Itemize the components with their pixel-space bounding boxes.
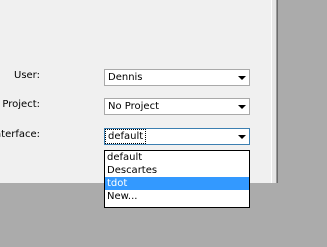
chevron-down-icon	[238, 135, 246, 139]
chevron-down-icon	[238, 76, 246, 80]
option-default[interactable]: default	[105, 151, 249, 164]
option-descartes[interactable]: Descartes	[105, 164, 249, 177]
interface-select[interactable]: default	[104, 128, 250, 145]
user-select[interactable]: Dennis	[104, 69, 250, 86]
panel-border	[271, 0, 278, 183]
chevron-down-icon	[238, 105, 246, 109]
interface-select-value: default	[104, 129, 147, 144]
interface-dropdown-list[interactable]: default Descartes tdot New...	[104, 150, 250, 208]
user-select-value: Dennis	[108, 72, 143, 83]
project-select[interactable]: No Project	[104, 98, 250, 115]
interface-label: Interface:	[0, 129, 40, 140]
project-select-value: No Project	[108, 101, 159, 112]
option-tdot[interactable]: tdot	[105, 177, 249, 190]
user-label: User:	[14, 70, 40, 81]
option-new[interactable]: New...	[105, 190, 249, 203]
project-label: Project:	[2, 99, 40, 110]
